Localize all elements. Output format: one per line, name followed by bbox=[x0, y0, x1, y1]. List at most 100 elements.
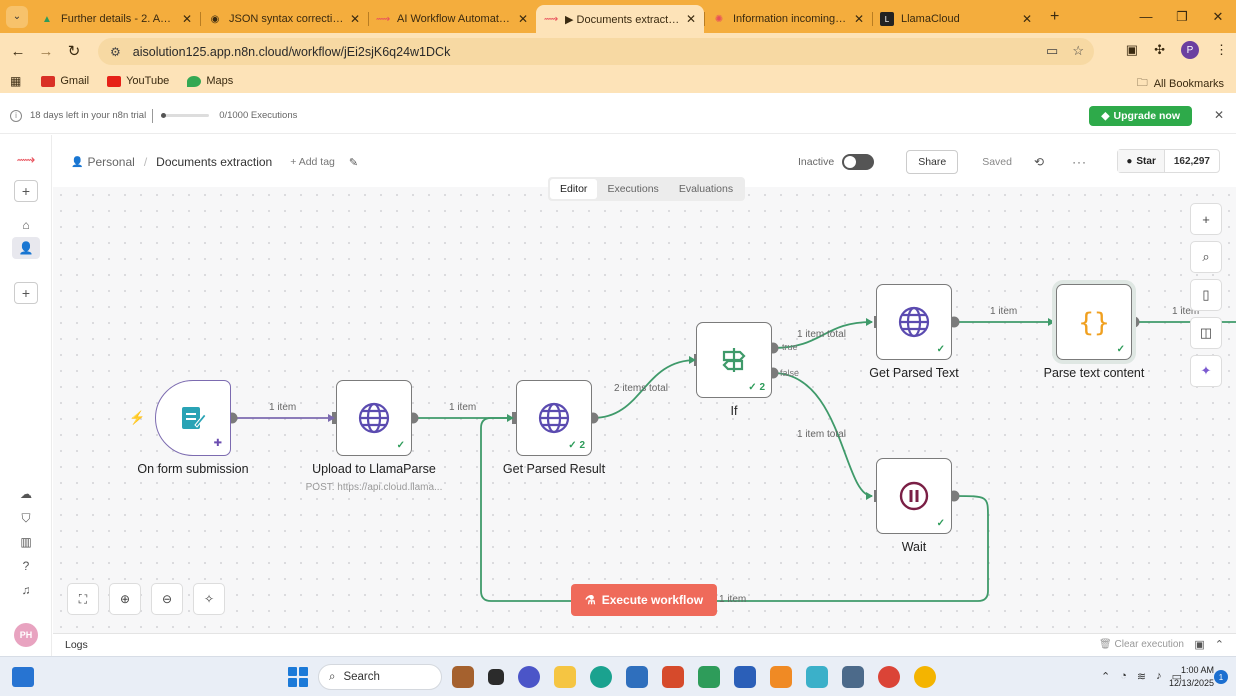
app-icon[interactable] bbox=[842, 666, 864, 688]
cast-icon[interactable]: ▭ bbox=[1046, 43, 1058, 59]
tidy-up-icon[interactable]: ✧ bbox=[193, 583, 225, 615]
personal-icon[interactable]: 👤 bbox=[12, 237, 40, 259]
browser-tab-active[interactable]: ⟿ ▶ Documents extraction - ✕ bbox=[536, 5, 704, 33]
minimize-icon[interactable]: — bbox=[1128, 0, 1164, 33]
templates-icon[interactable]: ⛉ bbox=[12, 507, 40, 529]
help-icon[interactable]: ? bbox=[12, 555, 40, 577]
tab-editor[interactable]: Editor bbox=[550, 179, 598, 199]
active-toggle[interactable] bbox=[842, 154, 875, 170]
node-if[interactable]: ✓ 2 bbox=[696, 322, 772, 398]
bookmark-maps[interactable]: Maps bbox=[187, 75, 233, 87]
home-icon[interactable]: ⌂ bbox=[12, 214, 40, 236]
vlc-icon[interactable] bbox=[770, 666, 792, 688]
node-parse-text-content[interactable]: {} ✓ bbox=[1056, 284, 1132, 360]
sticky-note-icon[interactable]: ▯ bbox=[1190, 279, 1222, 311]
maximize-icon[interactable]: ❐ bbox=[1164, 0, 1200, 33]
puzzle-icon[interactable]: ✣ bbox=[1154, 42, 1165, 58]
close-icon[interactable]: ✕ bbox=[182, 12, 192, 26]
history-icon[interactable]: ⟲ bbox=[1034, 155, 1044, 169]
store-icon[interactable] bbox=[626, 666, 648, 688]
node-on-form-submission[interactable]: ✚ bbox=[155, 380, 231, 456]
volume-icon[interactable]: ♪ bbox=[1156, 670, 1162, 683]
fit-view-icon[interactable]: ⛶ bbox=[67, 583, 99, 615]
browser-tab[interactable]: L LlamaCloud ✕ bbox=[872, 5, 1040, 33]
chrome-active-icon[interactable] bbox=[914, 666, 936, 688]
url-bar[interactable]: ⚙ aisolution125.app.n8n.cloud/workflow/j… bbox=[98, 38, 1094, 65]
node-get-parsed-text[interactable]: ✓ bbox=[876, 284, 952, 360]
chrome-icon[interactable] bbox=[878, 666, 900, 688]
add-node-icon[interactable]: + bbox=[1190, 203, 1222, 235]
close-icon[interactable]: ✕ bbox=[854, 12, 864, 26]
zoom-in-icon[interactable]: ⊕ bbox=[109, 583, 141, 615]
chevron-up-icon[interactable]: ⌃ bbox=[1215, 638, 1224, 651]
cloud-icon[interactable]: ☁ bbox=[12, 483, 40, 505]
workflow-name[interactable]: Documents extraction bbox=[156, 155, 272, 169]
app-icon[interactable] bbox=[452, 666, 474, 688]
extension-icon[interactable]: ▣ bbox=[1126, 42, 1138, 58]
bell-icon[interactable]: ♫ bbox=[12, 579, 40, 601]
search-icon[interactable]: ⌕ bbox=[1190, 241, 1222, 273]
office-icon[interactable] bbox=[662, 666, 684, 688]
user-avatar[interactable]: PH bbox=[14, 623, 38, 647]
add-tag-button[interactable]: + Add tag bbox=[290, 156, 335, 168]
app-icon[interactable] bbox=[518, 666, 540, 688]
bookmark-youtube[interactable]: YouTube bbox=[107, 75, 169, 87]
create-button[interactable]: + bbox=[14, 180, 38, 202]
close-icon[interactable]: ✕ bbox=[1022, 12, 1032, 26]
edit-icon[interactable]: ✎ bbox=[349, 156, 358, 169]
more-options-icon[interactable]: ··· bbox=[1072, 155, 1087, 169]
close-icon[interactable]: ✕ bbox=[350, 12, 360, 26]
pin-icon[interactable]: ✚ bbox=[214, 438, 222, 449]
apps-grid-icon[interactable]: ▦ bbox=[10, 74, 21, 88]
forward-icon[interactable]: → bbox=[32, 43, 60, 60]
tab-executions[interactable]: Executions bbox=[597, 179, 668, 199]
chevron-up-icon[interactable]: ⌃ bbox=[1101, 670, 1110, 683]
close-icon[interactable]: ✕ bbox=[518, 12, 528, 26]
network-icon[interactable]: ◔ bbox=[1120, 670, 1127, 683]
word-icon[interactable] bbox=[734, 666, 756, 688]
close-icon[interactable]: ✕ bbox=[686, 12, 696, 26]
logs-bar[interactable]: Logs 🗑 Clear execution ▣ ⌃ bbox=[53, 633, 1236, 656]
node-wait[interactable]: ✓ bbox=[876, 458, 952, 534]
widgets-icon[interactable] bbox=[12, 667, 34, 687]
reload-icon[interactable]: ↻ bbox=[60, 42, 88, 60]
node-get-parsed-result[interactable]: ✓ 2 bbox=[516, 380, 592, 456]
zoom-out-icon[interactable]: ⊖ bbox=[151, 583, 183, 615]
upgrade-button[interactable]: ◆ Upgrade now bbox=[1089, 106, 1192, 126]
browser-tab[interactable]: ▲ Further details - 2. Applic ✕ bbox=[32, 5, 200, 33]
tab-evaluations[interactable]: Evaluations bbox=[669, 179, 743, 199]
ai-sparkle-icon[interactable]: ✦ bbox=[1190, 355, 1222, 387]
clear-execution-button[interactable]: 🗑 Clear execution bbox=[1099, 639, 1184, 650]
browser-tab[interactable]: ✺ Information incoming - Co ✕ bbox=[704, 5, 872, 33]
file-explorer-icon[interactable] bbox=[554, 666, 576, 688]
edge-icon[interactable] bbox=[590, 666, 612, 688]
app-icon[interactable] bbox=[488, 669, 504, 685]
new-tab-button[interactable]: + bbox=[1050, 8, 1059, 26]
bookmark-star-icon[interactable]: ☆ bbox=[1072, 43, 1084, 59]
back-icon[interactable]: ← bbox=[4, 43, 32, 60]
panel-icon[interactable]: ◫ bbox=[1190, 317, 1222, 349]
node-upload-to-llamaparse[interactable]: ✓ bbox=[336, 380, 412, 456]
all-bookmarks[interactable]: 🗀 All Bookmarks bbox=[1137, 74, 1224, 93]
workflow-canvas[interactable]: ⚡ ✚ On form submission ✓ Upload to Llama… bbox=[53, 187, 1236, 633]
insights-icon[interactable]: ▥ bbox=[12, 531, 40, 553]
taskbar-search[interactable]: ⌕ Search bbox=[318, 664, 442, 690]
site-info-icon[interactable]: ⚙ bbox=[110, 45, 121, 59]
close-window-icon[interactable]: ✕ bbox=[1200, 0, 1236, 33]
app-icon[interactable] bbox=[806, 666, 828, 688]
github-star-button[interactable]: ● Star 162,297 bbox=[1117, 149, 1220, 173]
menu-dots-icon[interactable]: ⋮ bbox=[1215, 42, 1228, 58]
project-link[interactable]: Personal bbox=[87, 155, 134, 169]
browser-tab[interactable]: ◉ JSON syntax correction ✕ bbox=[200, 5, 368, 33]
popout-icon[interactable]: ▣ bbox=[1194, 638, 1204, 651]
bookmark-gmail[interactable]: Gmail bbox=[41, 75, 89, 87]
lock-app-icon[interactable] bbox=[698, 666, 720, 688]
add-project-button[interactable]: + bbox=[14, 282, 38, 304]
profile-avatar[interactable]: P bbox=[1181, 41, 1199, 59]
clock[interactable]: 1:00 AM 12/13/2025 bbox=[1169, 664, 1214, 690]
tab-search-icon[interactable]: ⌄ bbox=[6, 5, 28, 28]
share-button[interactable]: Share bbox=[906, 150, 959, 174]
start-icon[interactable] bbox=[288, 667, 308, 687]
n8n-logo-icon[interactable]: ⟿ bbox=[12, 149, 40, 171]
notification-badge[interactable]: 1 bbox=[1214, 670, 1228, 684]
